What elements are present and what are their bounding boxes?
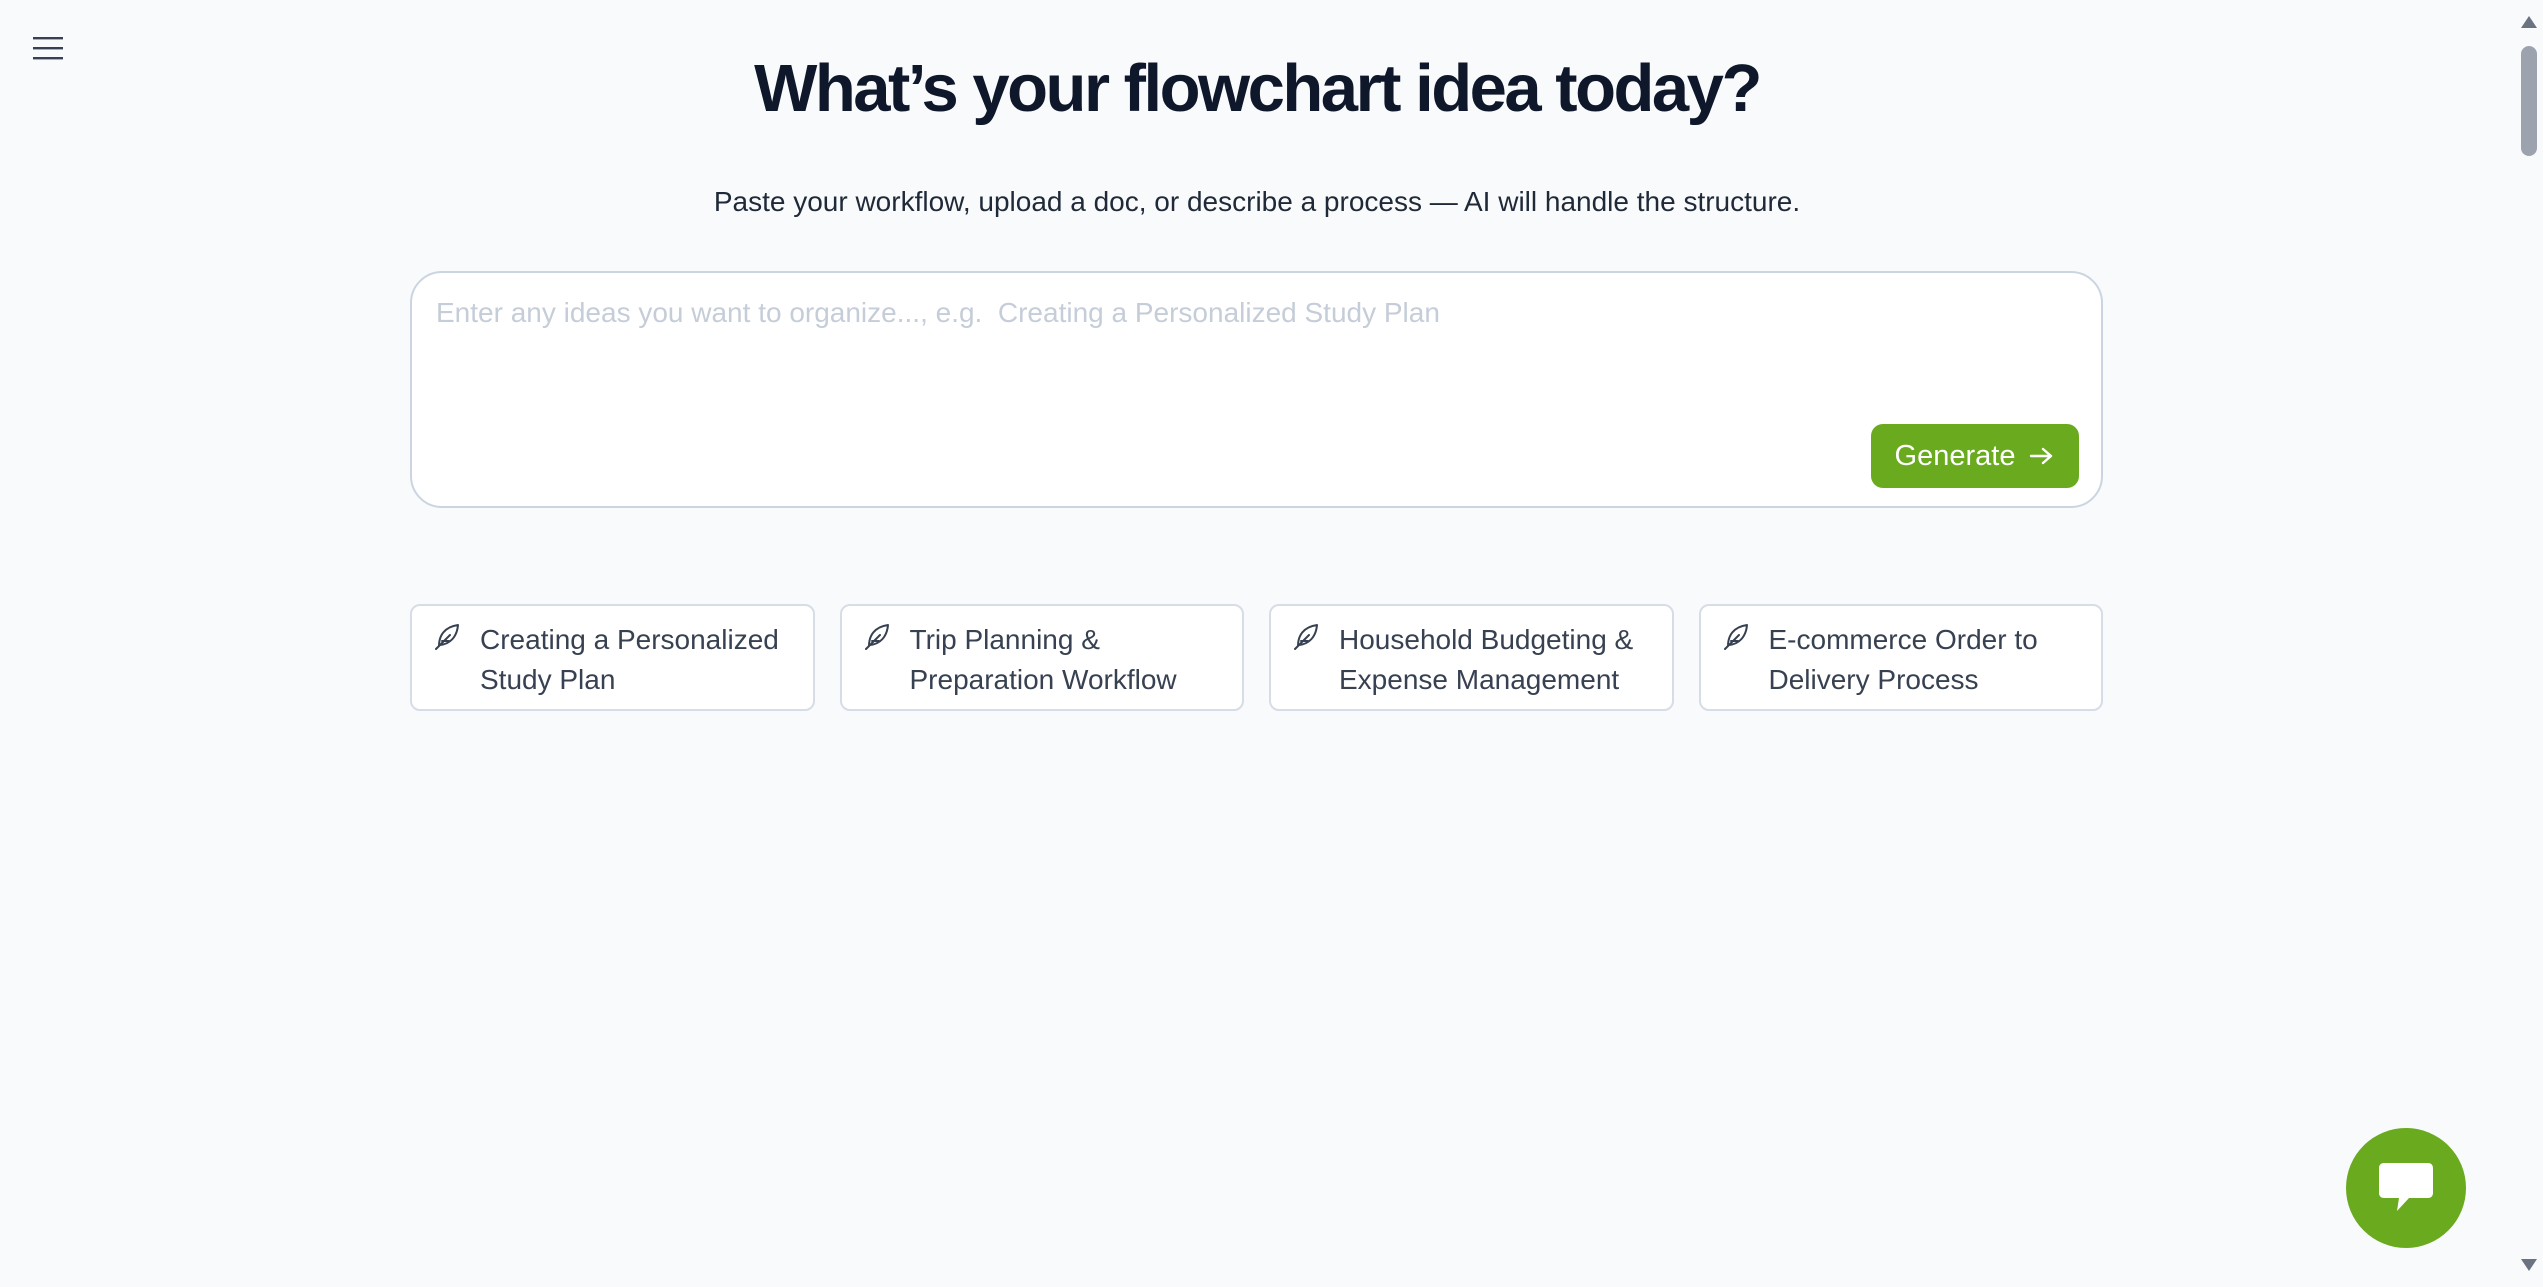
generate-button-label: Generate <box>1894 439 2016 472</box>
suggestion-list: Creating a Personalized Study Plan Trip … <box>410 604 2103 711</box>
scroll-up-arrow-icon[interactable] <box>2521 16 2537 28</box>
suggestion-label: Creating a Personalized Study Plan <box>480 624 779 695</box>
suggestion-label: Household Budgeting & Expense Management <box>1339 624 1634 695</box>
scroll-down-arrow-icon[interactable] <box>2521 1259 2537 1271</box>
prompt-box: Generate <box>410 271 2103 508</box>
idea-input[interactable] <box>436 293 2056 423</box>
scrollbar-thumb[interactable] <box>2521 46 2537 156</box>
suggestion-card-study-plan[interactable]: Creating a Personalized Study Plan <box>410 604 815 711</box>
suggestion-label: E-commerce Order to Delivery Process <box>1768 624 2038 695</box>
arrow-right-icon <box>2030 447 2053 465</box>
feather-icon <box>1723 624 1748 650</box>
page: What’s your flowchart idea today? Paste … <box>0 0 2543 1287</box>
feather-icon <box>435 624 459 650</box>
vertical-scrollbar[interactable] <box>2515 0 2543 1287</box>
generate-button[interactable]: Generate <box>1871 424 2079 488</box>
suggestion-card-trip-planning[interactable]: Trip Planning & Preparation Workflow <box>839 604 1244 711</box>
suggestion-card-household-budgeting[interactable]: Household Budgeting & Expense Management <box>1269 604 1674 711</box>
chat-button[interactable] <box>2346 1128 2466 1248</box>
chat-bubble-icon <box>2379 1163 2433 1211</box>
suggestion-label: Trip Planning & Preparation Workflow <box>909 624 1177 695</box>
suggestion-card-ecommerce-order[interactable]: E-commerce Order to Delivery Process <box>1698 604 2103 711</box>
feather-icon <box>1294 624 1318 650</box>
page-title: What’s your flowchart idea today? <box>754 51 1762 126</box>
feather-icon <box>864 624 889 650</box>
page-subtitle: Paste your workflow, upload a doc, or de… <box>713 186 1801 217</box>
